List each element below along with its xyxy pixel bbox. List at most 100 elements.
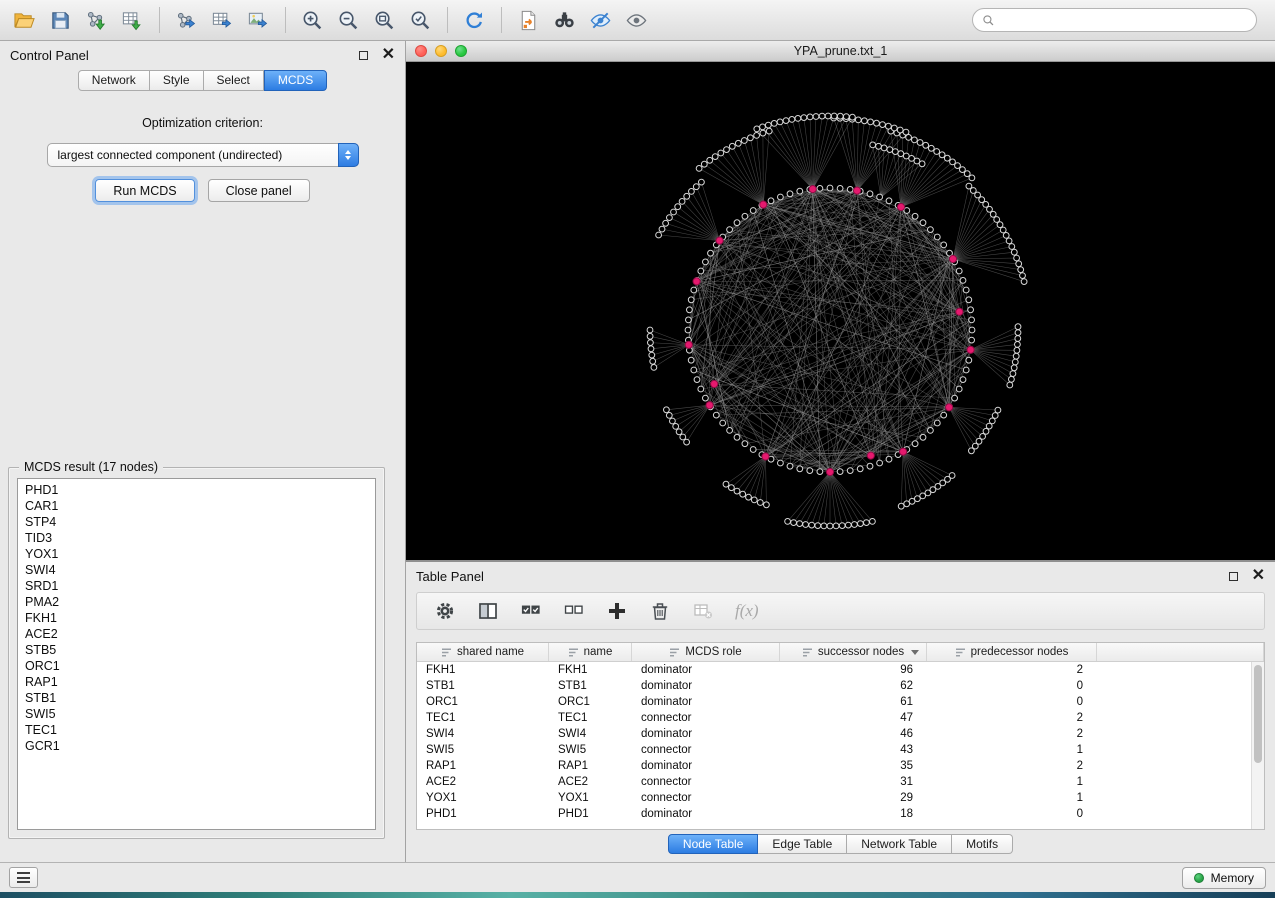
search-icon [982, 14, 995, 27]
close-panel-icon[interactable]: ✕ [382, 47, 395, 63]
table-row[interactable]: STB1STB1dominator620 [417, 678, 1251, 694]
mcds-result-item[interactable]: TID3 [18, 530, 375, 546]
desktop-wallpaper-strip [0, 892, 1275, 898]
tab-motifs[interactable]: Motifs [952, 834, 1013, 854]
window-minimize-icon[interactable] [435, 45, 447, 57]
table-cell: 62 [780, 678, 927, 694]
show-details-icon[interactable] [620, 4, 653, 36]
mcds-result-item[interactable]: GCR1 [18, 738, 375, 754]
table-cell: connector [632, 790, 780, 806]
column-header-predecessor-nodes[interactable]: predecessor nodes [927, 643, 1097, 661]
table-settings-gear-icon[interactable] [434, 600, 456, 622]
tab-edge-table[interactable]: Edge Table [758, 834, 847, 854]
network-canvas[interactable] [406, 62, 1275, 560]
mcds-result-item[interactable]: ACE2 [18, 626, 375, 642]
window-maximize-icon[interactable] [455, 45, 467, 57]
table-scrollbar[interactable] [1251, 662, 1264, 829]
tab-mcds[interactable]: MCDS [264, 70, 327, 91]
column-header-filler [1097, 643, 1264, 661]
mcds-result-item[interactable]: STB1 [18, 690, 375, 706]
export-image-icon[interactable] [242, 4, 275, 36]
show-panels-menu-icon[interactable] [9, 867, 38, 888]
search-box[interactable] [972, 8, 1257, 32]
table-cell: connector [632, 742, 780, 758]
tab-network[interactable]: Network [78, 70, 150, 91]
table-row[interactable]: PHD1PHD1dominator180 [417, 806, 1251, 822]
table-scrollbar-thumb[interactable] [1254, 665, 1262, 763]
mcds-result-item[interactable]: YOX1 [18, 546, 375, 562]
column-header-shared-name[interactable]: shared name [417, 643, 549, 661]
mcds-result-item[interactable]: FKH1 [18, 610, 375, 626]
table-cell: dominator [632, 726, 780, 742]
window-close-icon[interactable] [415, 45, 427, 57]
select-all-icon[interactable] [520, 600, 542, 622]
add-column-icon[interactable] [606, 600, 628, 622]
table-cell: PHD1 [549, 806, 632, 822]
table-cell: 47 [780, 710, 927, 726]
birds-eye-view-icon[interactable] [548, 4, 581, 36]
mcds-result-item[interactable]: STP4 [18, 514, 375, 530]
mcds-result-item[interactable]: PMA2 [18, 594, 375, 610]
import-network-icon[interactable] [80, 4, 113, 36]
float-panel-icon[interactable] [1229, 572, 1238, 581]
table-row[interactable]: ACE2ACE2connector311 [417, 774, 1251, 790]
unselect-all-icon[interactable] [563, 600, 585, 622]
mcds-result-item[interactable]: SWI5 [18, 706, 375, 722]
zoom-out-icon[interactable] [332, 4, 365, 36]
column-header-mcds-role[interactable]: MCDS role [632, 643, 780, 661]
memory-button[interactable]: Memory [1182, 867, 1266, 889]
tab-select[interactable]: Select [204, 70, 264, 91]
open-file-icon[interactable] [8, 4, 41, 36]
mcds-result-item[interactable]: SRD1 [18, 578, 375, 594]
toolbar-separator [159, 7, 160, 33]
mcds-result-item[interactable]: PHD1 [18, 482, 375, 498]
tab-style[interactable]: Style [150, 70, 204, 91]
table-row[interactable]: FKH1FKH1dominator962 [417, 662, 1251, 678]
zoom-fit-icon[interactable] [368, 4, 401, 36]
table-row[interactable]: SWI5SWI5connector431 [417, 742, 1251, 758]
refresh-view-icon[interactable] [458, 4, 491, 36]
dropdown-stepper-icon[interactable] [338, 143, 359, 167]
close-panel-icon[interactable]: ✕ [1252, 568, 1265, 584]
table-row[interactable]: SWI4SWI4dominator462 [417, 726, 1251, 742]
mcds-result-item[interactable]: CAR1 [18, 498, 375, 514]
column-header-successor-nodes[interactable]: successor nodes [780, 643, 927, 661]
table-row[interactable]: RAP1RAP1dominator352 [417, 758, 1251, 774]
sort-descending-icon [911, 650, 919, 655]
hide-details-icon[interactable] [584, 4, 617, 36]
run-mcds-button[interactable]: Run MCDS [95, 179, 194, 202]
close-panel-button[interactable]: Close panel [208, 179, 310, 202]
mcds-result-item[interactable]: TEC1 [18, 722, 375, 738]
search-input[interactable] [1001, 13, 1247, 27]
column-header-name[interactable]: name [549, 643, 632, 661]
table-cell: dominator [632, 662, 780, 678]
export-table-icon[interactable] [206, 4, 239, 36]
mcds-result-item[interactable]: SWI4 [18, 562, 375, 578]
show-columns-icon[interactable] [477, 600, 499, 622]
tab-network-table[interactable]: Network Table [847, 834, 952, 854]
table-cell: 1 [927, 742, 1097, 758]
mcds-result-list[interactable]: PHD1CAR1STP4TID3YOX1SWI4SRD1PMA2FKH1ACE2… [17, 478, 376, 830]
export-network-icon[interactable] [170, 4, 203, 36]
zoom-in-icon[interactable] [296, 4, 329, 36]
share-document-icon[interactable] [512, 4, 545, 36]
table-row[interactable]: ORC1ORC1dominator610 [417, 694, 1251, 710]
float-panel-icon[interactable] [359, 51, 368, 60]
table-cell: 31 [780, 774, 927, 790]
delete-column-trash-icon[interactable] [649, 600, 671, 622]
mcds-result-item[interactable]: ORC1 [18, 658, 375, 674]
table-cell: RAP1 [417, 758, 549, 774]
status-bar: Memory [0, 862, 1275, 892]
mcds-result-item[interactable]: RAP1 [18, 674, 375, 690]
mcds-result-item[interactable]: STB5 [18, 642, 375, 658]
table-cell: ACE2 [549, 774, 632, 790]
zoom-selected-icon[interactable] [404, 4, 437, 36]
table-row[interactable]: YOX1YOX1connector291 [417, 790, 1251, 806]
optimization-criterion-select[interactable]: largest connected component (undirected) [47, 143, 359, 167]
tab-node-table[interactable]: Node Table [668, 834, 759, 854]
import-table-icon[interactable] [116, 4, 149, 36]
table-row[interactable]: TEC1TEC1connector472 [417, 710, 1251, 726]
network-view-titlebar[interactable]: YPA_prune.txt_1 [406, 41, 1275, 62]
table-cell: ORC1 [417, 694, 549, 710]
save-session-icon[interactable] [44, 4, 77, 36]
